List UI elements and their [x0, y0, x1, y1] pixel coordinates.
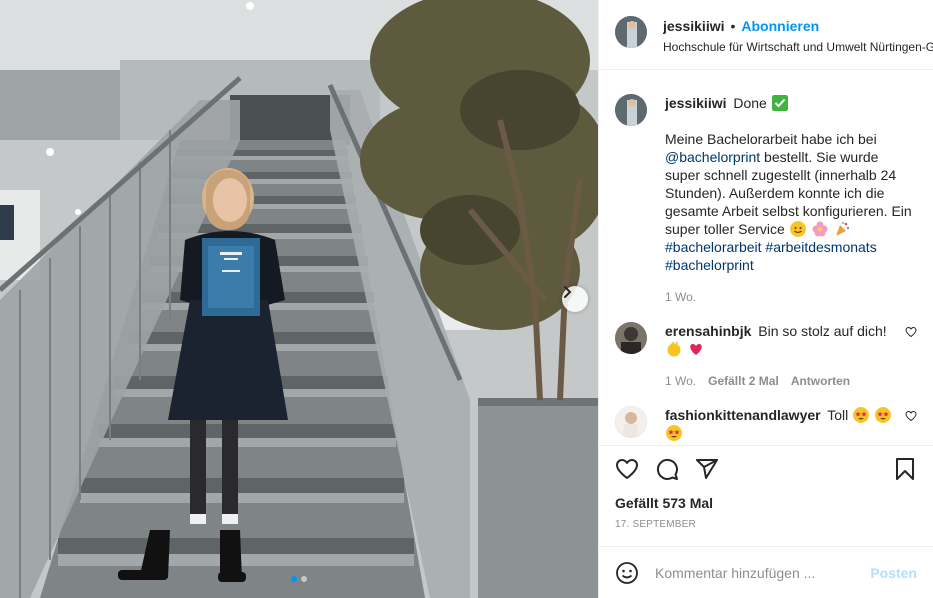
- post-date: 17. SEPTEMBER: [615, 519, 696, 530]
- user-avatar-image: [615, 16, 647, 48]
- caption-title: Done: [733, 95, 767, 111]
- like-comment-icon[interactable]: [905, 326, 917, 338]
- user-avatar-image: [615, 322, 647, 354]
- caption-text-1: Meine Bachelorarbeit habe ich bei: [665, 131, 877, 147]
- post-comment-button[interactable]: Posten: [870, 565, 917, 581]
- hashtag-link[interactable]: #bachelorarbeit: [665, 239, 762, 255]
- caption-meta: 1 Wo.: [665, 288, 917, 306]
- header-text: jessikiiwi • Abonnieren Hochschule für W…: [663, 16, 933, 69]
- instagram-post-view: jessikiiwi • Abonnieren Hochschule für W…: [0, 0, 933, 598]
- comment-text: Toll: [827, 407, 849, 423]
- star-struck-icon: [853, 407, 870, 423]
- staircase-photo-illustration: [0, 0, 598, 598]
- share-icon[interactable]: [695, 457, 719, 481]
- check-mark-icon: [771, 95, 788, 111]
- comment-likes[interactable]: Gefällt 2 Mal: [708, 372, 779, 390]
- star-struck-icon: [875, 407, 892, 423]
- comment-input[interactable]: [655, 564, 871, 581]
- hashtag-link[interactable]: #arbeitdesmonats: [765, 239, 876, 255]
- caption-age[interactable]: 1 Wo.: [665, 288, 696, 306]
- user-avatar-image: [615, 406, 647, 438]
- heart-icon[interactable]: [615, 457, 639, 481]
- caption-username[interactable]: jessikiiwi: [665, 95, 726, 111]
- comment-body: erensahinbjk Bin so stolz auf dich! 1 Wo…: [665, 322, 897, 390]
- reply-button[interactable]: Antworten: [791, 372, 850, 390]
- comment-body: fashionkittenandlawyer Toll: [665, 406, 897, 442]
- location-link[interactable]: Hochschule für Wirtschaft und Umwelt Nür…: [663, 40, 933, 54]
- caption: jessikiiwi Done Meine Bachelorarbeit hab…: [615, 94, 917, 306]
- comment-item: erensahinbjk Bin so stolz auf dich! 1 Wo…: [615, 322, 917, 390]
- comments-section[interactable]: jessikiiwi Done Meine Bachelorarbeit hab…: [599, 70, 933, 445]
- comment-text: Bin so stolz auf dich!: [758, 323, 887, 339]
- avatar[interactable]: [615, 322, 647, 354]
- carousel-dot-2: [301, 576, 307, 582]
- carousel-indicator: [0, 576, 598, 582]
- caption-text: Meine Bachelorarbeit habe ich bei @bache…: [665, 130, 917, 274]
- user-avatar-image: [615, 94, 647, 126]
- avatar[interactable]: [615, 406, 647, 438]
- likes-count[interactable]: Gefällt 573 Mal: [599, 485, 933, 511]
- clapping-hands-icon: [667, 341, 681, 357]
- avatar[interactable]: [615, 16, 647, 48]
- action-bar: [599, 445, 933, 485]
- next-slide-button[interactable]: [562, 286, 588, 312]
- smiling-face-icon: [789, 221, 806, 237]
- post-photo[interactable]: [0, 0, 598, 598]
- carousel-dot-1: [291, 576, 297, 582]
- post-details-panel: jessikiiwi • Abonnieren Hochschule für W…: [598, 0, 933, 598]
- comment-username[interactable]: fashionkittenandlawyer: [665, 407, 821, 423]
- comment-meta: 1 Wo. Gefällt 2 Mal Antworten: [665, 372, 897, 390]
- mention-link[interactable]: @bachelorprint: [665, 149, 760, 165]
- comment-item: fashionkittenandlawyer Toll: [615, 406, 917, 442]
- emoji-picker-icon[interactable]: [615, 561, 639, 585]
- avatar[interactable]: [615, 94, 647, 126]
- comment-icon[interactable]: [655, 457, 679, 481]
- hashtag-link[interactable]: #bachelorprint: [665, 257, 754, 273]
- red-heart-icon: [690, 344, 702, 355]
- post-header: jessikiiwi • Abonnieren Hochschule für W…: [599, 0, 933, 70]
- chevron-right-icon: [564, 286, 572, 298]
- add-comment-bar: Posten: [599, 546, 933, 598]
- like-comment-icon[interactable]: [905, 410, 917, 422]
- comment-age[interactable]: 1 Wo.: [665, 372, 696, 390]
- separator-dot: •: [730, 18, 736, 34]
- bookmark-icon[interactable]: [893, 457, 917, 481]
- follow-button[interactable]: Abonnieren: [741, 18, 819, 34]
- star-struck-icon: [666, 425, 682, 441]
- flower-icon: [812, 221, 828, 237]
- comment-username[interactable]: erensahinbjk: [665, 323, 751, 339]
- party-popper-icon: [835, 222, 849, 236]
- caption-body: jessikiiwi Done Meine Bachelorarbeit hab…: [665, 94, 917, 306]
- username-link[interactable]: jessikiiwi: [663, 18, 724, 34]
